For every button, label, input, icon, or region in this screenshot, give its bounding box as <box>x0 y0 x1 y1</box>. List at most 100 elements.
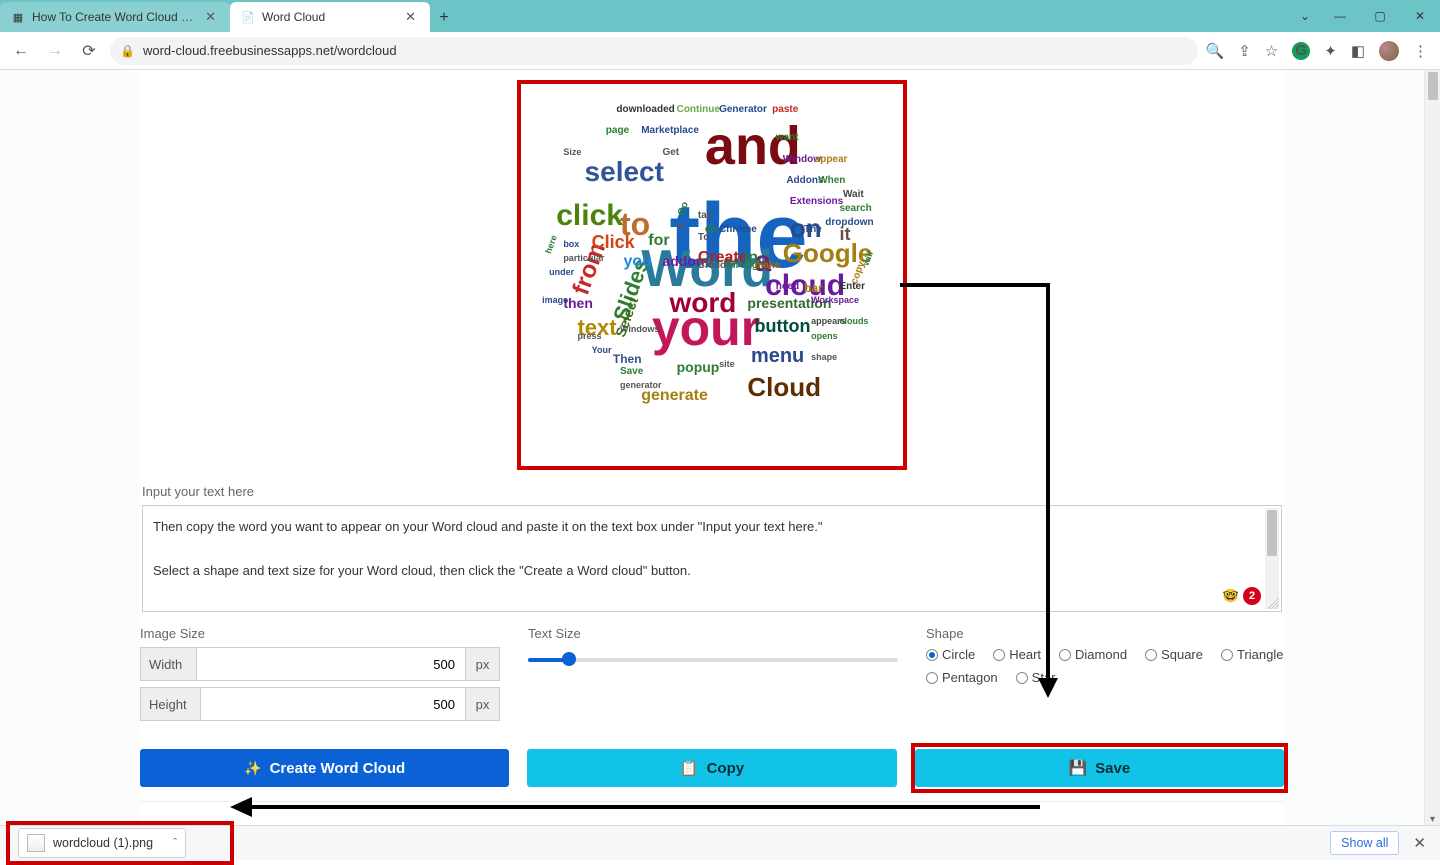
share-icon[interactable]: ⇪ <box>1238 42 1251 60</box>
radio-icon <box>1059 649 1071 661</box>
back-button[interactable]: ← <box>8 38 34 64</box>
slides-favicon-icon: ▦ <box>10 9 26 25</box>
px-unit: px <box>466 687 500 721</box>
close-tab-icon[interactable]: ✕ <box>401 9 420 25</box>
wordcloud-word: Generator <box>719 105 767 115</box>
grammarly-issue-badge[interactable]: 2 <box>1243 587 1261 605</box>
side-panel-icon[interactable]: ◧ <box>1351 42 1365 60</box>
reload-button[interactable]: ⟳ <box>76 38 102 64</box>
zoom-icon[interactable]: 🔍 <box>1206 42 1225 60</box>
close-download-shelf-button[interactable]: ✕ <box>1409 830 1430 856</box>
tab-title: Word Cloud <box>262 10 395 24</box>
wordcloud-word: site <box>719 360 735 369</box>
extension-g-icon[interactable]: G <box>1292 42 1310 60</box>
wordcloud-word: Is <box>677 222 685 232</box>
forward-button[interactable]: → <box>42 38 68 64</box>
shape-label: Shape <box>926 626 1284 641</box>
shape-option-square[interactable]: Square <box>1145 647 1203 662</box>
source-text-input[interactable] <box>143 506 1281 608</box>
height-label: Height <box>140 687 200 721</box>
download-shelf: wordcloud (1).png ˆ Show all ✕ <box>0 825 1440 860</box>
scroll-down-arrow-icon[interactable]: ▾ <box>1425 814 1440 825</box>
shape-option-label: Square <box>1161 647 1203 662</box>
copy-button[interactable]: 📋 Copy <box>527 749 896 787</box>
radio-icon <box>926 649 938 661</box>
window-title-bar: ▦ How To Create Word Cloud For G ✕ 📄 Wor… <box>0 0 1440 32</box>
download-item[interactable]: wordcloud (1).png ˆ <box>18 828 186 858</box>
window-minimize-button[interactable]: — <box>1320 0 1360 32</box>
save-button-label: Save <box>1095 760 1130 777</box>
radio-icon <box>1016 672 1028 684</box>
app-panel: theandWordyourclickselecttoonGooglecloud… <box>140 70 1284 825</box>
shape-option-circle[interactable]: Circle <box>926 647 975 662</box>
grammarly-emoji-icon[interactable]: 🤓 <box>1223 588 1239 604</box>
wordcloud-word: paste <box>772 105 798 115</box>
create-button-label: Create Word Cloud <box>270 760 406 777</box>
wordcloud-word: and <box>705 119 801 173</box>
profile-avatar-icon[interactable] <box>1379 41 1399 61</box>
divider <box>140 801 1284 802</box>
shape-option-triangle[interactable]: Triangle <box>1221 647 1283 662</box>
shape-option-diamond[interactable]: Diamond <box>1059 647 1127 662</box>
page-scrollbar[interactable]: ▴ ▾ <box>1424 70 1440 825</box>
wordcloud-word: opens <box>811 332 838 341</box>
download-filename: wordcloud (1).png <box>53 836 153 850</box>
wordcloud-word: Your <box>592 346 612 355</box>
wordcloud-word: make <box>754 261 780 271</box>
wordcloud-word: want <box>776 133 799 143</box>
shape-option-pentagon[interactable]: Pentagon <box>926 670 998 685</box>
textarea-scrollbar[interactable] <box>1265 508 1279 609</box>
shape-option-label: Pentagon <box>942 670 998 685</box>
close-tab-icon[interactable]: ✕ <box>201 9 220 25</box>
wordcloud-word: select <box>585 158 664 186</box>
create-word-cloud-button[interactable]: ✨ Create Word Cloud <box>140 749 509 787</box>
save-disk-icon: 💾 <box>1068 759 1087 777</box>
kebab-menu-icon[interactable]: ⋮ <box>1413 42 1428 60</box>
chevron-up-icon[interactable]: ˆ <box>173 837 177 849</box>
wordcloud-word: image <box>542 296 568 305</box>
tab-search-icon[interactable]: ⌄ <box>1290 9 1320 23</box>
url-text: word-cloud.freebusinessapps.net/wordclou… <box>143 43 397 58</box>
shape-option-star[interactable]: Star <box>1016 670 1056 685</box>
wordcloud-word: Get <box>662 148 679 158</box>
text-size-label: Text Size <box>528 626 898 641</box>
clipboard-icon: 📋 <box>680 759 699 777</box>
wordcloud-word: Save <box>620 367 643 377</box>
text-size-slider[interactable] <box>528 647 898 673</box>
textarea-resize-handle[interactable] <box>1267 597 1279 609</box>
wordcloud-word: particular <box>563 254 604 263</box>
wordcloud-word: Cloud <box>747 374 821 400</box>
wordcloud-word: generate <box>641 388 708 404</box>
wordcloud-word: Chrome <box>719 225 757 235</box>
shape-option-heart[interactable]: Heart <box>993 647 1041 662</box>
file-thumbnail-icon <box>27 834 45 852</box>
wordcloud-word: page <box>606 126 629 136</box>
scroll-thumb[interactable] <box>1428 72 1438 100</box>
browser-tab-active[interactable]: 📄 Word Cloud ✕ <box>230 2 430 32</box>
wordcloud-word: Marketplace <box>641 126 699 136</box>
page-viewport: ▴ ▾ theandWordyourclickselecttoonGooglec… <box>0 70 1440 825</box>
show-all-downloads-button[interactable]: Show all <box>1330 831 1399 855</box>
wordcloud-word: Extensions <box>790 197 843 207</box>
wordcloud-word: search <box>839 204 871 214</box>
wordcloud-word: need <box>776 282 799 292</box>
address-bar[interactable]: 🔒 word-cloud.freebusinessapps.net/wordcl… <box>110 37 1198 65</box>
wordcloud-word: To <box>698 233 709 243</box>
height-input[interactable] <box>200 687 466 721</box>
window-maximize-button[interactable]: ▢ <box>1360 0 1400 32</box>
shape-option-label: Heart <box>1009 647 1041 662</box>
wordcloud-word: generator <box>620 381 662 390</box>
radio-icon <box>1221 649 1233 661</box>
extensions-puzzle-icon[interactable]: ✦ <box>1324 42 1337 60</box>
window-close-button[interactable]: ✕ <box>1400 0 1440 32</box>
wordcloud-word: Size <box>563 148 581 157</box>
wordcloud-word: menu <box>751 346 804 366</box>
save-button[interactable]: 💾 Save <box>915 749 1284 787</box>
new-tab-button[interactable]: + <box>430 4 458 32</box>
sparkle-icon: ✨ <box>244 760 261 777</box>
copy-button-label: Copy <box>707 760 745 777</box>
bookmark-star-icon[interactable]: ☆ <box>1265 42 1278 60</box>
width-input[interactable] <box>196 647 466 681</box>
wordcloud-word: Continue <box>677 105 720 115</box>
browser-tab-inactive[interactable]: ▦ How To Create Word Cloud For G ✕ <box>0 2 230 32</box>
